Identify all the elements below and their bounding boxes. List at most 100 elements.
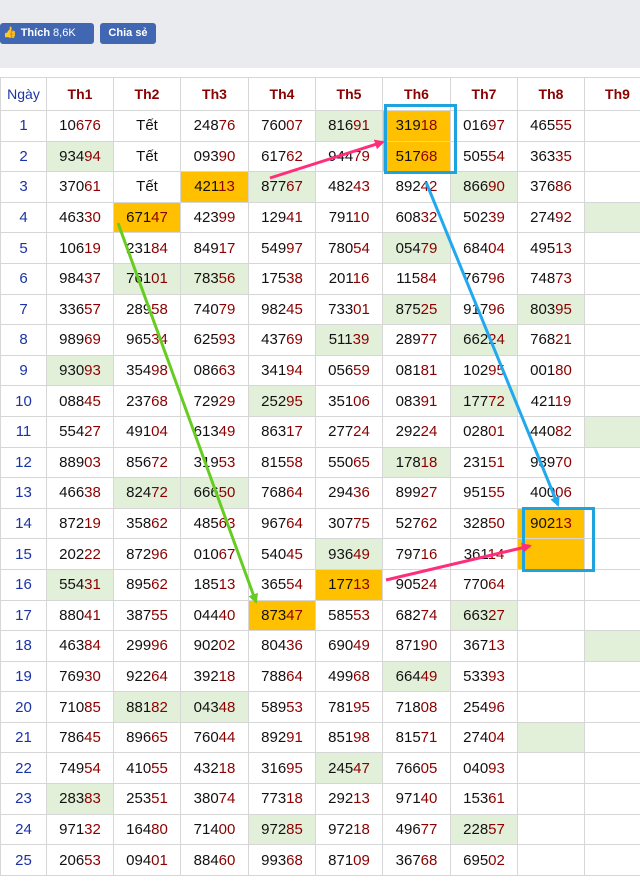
number-tail: 18 [218,759,236,777]
result-cell [517,568,585,601]
number-head: 001 [530,362,556,380]
number-tail: 64 [286,515,303,533]
number-tail: 77 [420,820,438,838]
result-cell: 40006 [517,477,585,509]
number-tail: 13 [218,178,235,196]
result-cell: 81571 [382,721,451,754]
number-tail: 55 [151,759,168,777]
number-tail: 45 [286,300,303,318]
table-row: 6 98437 76101 78356 17538 20116 11584 76796 7487… [0,262,640,295]
number-tail: 62 [286,147,303,165]
number-head: 550 [328,453,354,471]
result-cell: 12941 [248,201,316,234]
result-cell [517,813,585,846]
result-cell: 39218 [180,660,249,693]
share-button[interactable]: Chia sẻ [100,23,156,44]
result-cell [517,538,585,570]
number-head: 922 [126,667,152,685]
result-cell: 28383 [46,783,114,815]
number-head: 851 [328,729,354,747]
number-tail: 57 [488,820,505,838]
result-cell [584,140,640,173]
number-head: 749 [59,759,85,777]
number-head: 803 [530,300,556,318]
number-tail: 50 [218,484,236,502]
number-tail: 53 [353,606,370,624]
number-tail: 04 [151,423,168,441]
number-head: 896 [126,729,152,747]
result-cell: 88903 [46,446,114,479]
number-tail: 01 [353,300,370,318]
number-head: 625 [193,331,219,349]
number-head: 768 [261,484,287,502]
number-head: 993 [261,851,287,869]
number-head: 245 [328,759,354,777]
number-tail: 34 [151,331,168,349]
result-cell [584,110,640,142]
result-cell: 05659 [315,354,383,387]
number-head: 761 [126,270,152,288]
number-tail: 60 [218,851,236,869]
number-head: 880 [59,606,85,624]
number-head: 185 [193,576,219,594]
table-row: 24 97132 16480 71400 97285 97218 49677 22857 [0,813,640,846]
like-button[interactable]: 👍 Thích 8,6K [0,23,94,44]
number-head: 936 [328,545,354,563]
number-tail: 84 [84,637,101,655]
number-head: 889 [59,453,85,471]
day-cell: 9 [0,354,47,387]
result-cell: 35862 [113,507,181,540]
number-head: 465 [530,117,556,135]
result-cell [517,752,585,785]
result-cell [517,783,585,815]
result-cell [584,232,640,264]
table-row: 16 55431 89562 18513 36554 17713 90524 77064 [0,568,640,601]
result-cell: 79110 [315,201,383,234]
table-row: 18 46384 29996 90202 80436 69049 87190 36713 [0,630,640,662]
number-head: 517 [395,147,421,165]
number-head: 248 [193,117,219,135]
number-head: 768 [530,331,556,349]
number-tail: 01 [488,423,505,441]
result-cell: 54997 [248,232,316,264]
result-cell: 76101 [113,262,181,295]
holiday-label: Tết [136,178,158,196]
result-cell: 32850 [450,507,518,540]
number-head: 982 [261,300,287,318]
number-head: 502 [463,209,489,227]
number-head: 875 [395,300,421,318]
number-tail: 42 [420,178,438,196]
number-tail: 68 [286,851,303,869]
number-tail: 53 [84,851,101,869]
number-head: 432 [193,759,219,777]
number-head: 277 [328,423,354,441]
number-tail: 13 [353,576,370,594]
result-cell [584,844,640,876]
result-cell: 86690 [450,171,518,203]
number-tail: 49 [420,667,438,685]
day-cell: 11 [0,415,47,448]
day-cell: 13 [0,477,47,509]
number-tail: 73 [555,270,572,288]
number-tail: 93 [488,667,505,685]
number-tail: 63 [218,515,236,533]
result-cell: 76796 [450,262,518,295]
number-head: 766 [395,759,421,777]
result-cell: 89665 [113,721,181,754]
result-cell [584,201,640,234]
result-cell: 42119 [517,385,585,417]
number-tail: 47 [353,759,370,777]
result-cell: 61349 [180,415,249,448]
result-cell: 93649 [315,538,383,570]
number-tail: 18 [286,790,303,808]
number-tail: 44 [218,729,236,747]
number-head: 608 [395,209,421,227]
number-head: 367 [395,851,421,869]
result-cell: 93494 [46,140,114,173]
result-cell: 25351 [113,783,181,815]
number-tail: 74 [420,606,438,624]
result-cell [584,783,640,815]
number-head: 319 [193,453,219,471]
result-cell: 50239 [450,201,518,234]
result-cell: 18513 [180,568,249,601]
